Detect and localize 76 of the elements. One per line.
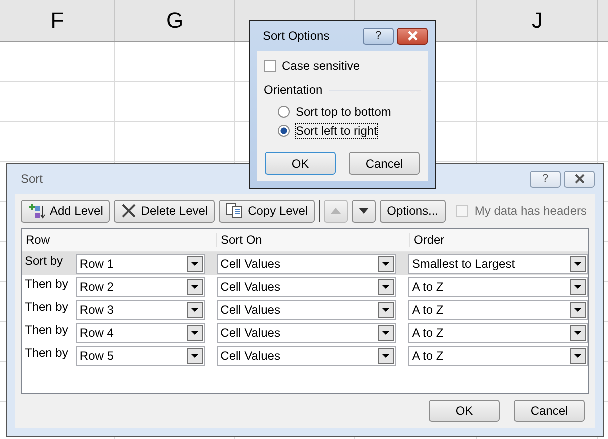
sort-on-dropdown[interactable]: Cell Values	[216, 300, 396, 320]
sort-level-row[interactable]: Then by Row 2 Cell Values A to Z	[22, 275, 588, 298]
down-arrow-icon	[359, 208, 370, 214]
sort-level-row[interactable]: Then by Row 4 Cell Values A to Z	[22, 321, 588, 344]
checkbox-label: My data has headers	[474, 204, 587, 218]
close-button[interactable]	[564, 170, 595, 188]
column-header[interactable]: G	[166, 8, 184, 34]
sort-on-dropdown[interactable]: Cell Values	[216, 254, 396, 274]
dropdown-arrow-icon	[574, 284, 582, 288]
column-dropdown[interactable]: Row 4	[76, 322, 205, 342]
copy-icon	[226, 203, 244, 219]
dropdown-arrow-icon	[190, 354, 199, 358]
add-level-button[interactable]: Add Level	[21, 200, 110, 222]
dropdown-arrow-icon	[574, 330, 582, 334]
options-level-button[interactable]: Options...	[380, 200, 446, 222]
order-dropdown[interactable]: Smallest to Largest	[408, 254, 588, 274]
ok-button[interactable]: OK	[265, 152, 336, 175]
copy-level-button[interactable]: Copy Level	[219, 200, 316, 222]
column-header[interactable]: J	[532, 8, 543, 34]
sort-on-dropdown[interactable]: Cell Values	[216, 346, 396, 366]
order-dropdown[interactable]: A to Z	[408, 346, 588, 366]
up-arrow-icon	[331, 208, 342, 214]
radio-label: Sort left to right	[296, 124, 378, 138]
column-dropdown[interactable]: Row 1	[76, 254, 205, 274]
dropdown-arrow-icon	[190, 308, 199, 312]
sort-level-row[interactable]: Then by Row 3 Cell Values A to Z	[22, 298, 588, 321]
checkbox-label: Case sensitive	[282, 59, 360, 73]
help-button[interactable]: ?	[530, 170, 561, 188]
sort-on-dropdown[interactable]: Cell Values	[216, 276, 396, 296]
dropdown-arrow-icon	[382, 354, 390, 358]
window-title: Sort	[20, 172, 44, 186]
column-dropdown[interactable]: Row 3	[76, 300, 205, 320]
close-icon	[574, 174, 586, 184]
sort-level-row[interactable]: Sort by Row 1 Cell Values Smallest to Largest	[22, 252, 588, 275]
column-header: Order	[413, 233, 445, 247]
dropdown-arrow-icon	[574, 262, 582, 266]
dropdown-arrow-icon	[382, 262, 390, 266]
level-label: Then by	[24, 276, 70, 291]
dropdown-arrow-icon	[382, 284, 390, 288]
cancel-button[interactable]: Cancel	[514, 400, 585, 422]
level-label: Sort by	[24, 253, 64, 268]
help-button[interactable]: ?	[363, 28, 394, 44]
column-dropdown[interactable]: Row 2	[76, 276, 205, 296]
ok-button[interactable]: OK	[429, 400, 500, 422]
order-dropdown[interactable]: A to Z	[408, 276, 588, 296]
dropdown-arrow-icon	[574, 354, 582, 358]
sort-on-dropdown[interactable]: Cell Values	[216, 322, 396, 342]
move-down-button[interactable]	[352, 200, 376, 222]
close-icon	[406, 31, 418, 41]
radio-label: Sort top to bottom	[296, 105, 392, 119]
dropdown-arrow-icon	[574, 308, 582, 312]
column-header[interactable]: F	[50, 8, 64, 34]
column-header: Row	[22, 233, 217, 247]
delete-level-button[interactable]: Delete Level	[114, 200, 216, 222]
dropdown-arrow-icon	[190, 284, 199, 288]
radio-button[interactable]	[278, 106, 290, 118]
dropdown-arrow-icon	[190, 262, 199, 266]
cancel-button[interactable]: Cancel	[349, 152, 420, 175]
dropdown-arrow-icon	[190, 330, 199, 334]
level-label: Then by	[24, 322, 70, 337]
window-title: Sort Options	[262, 29, 330, 43]
column-dropdown[interactable]: Row 5	[76, 346, 205, 366]
radio-button[interactable]	[278, 125, 290, 137]
group-label: Orientation	[264, 83, 323, 97]
dropdown-arrow-icon	[382, 330, 390, 334]
dropdown-arrow-icon	[382, 308, 390, 312]
column-header: Sort On	[217, 233, 410, 247]
sort-level-row[interactable]: Then by Row 5 Cell Values A to Z	[22, 344, 588, 367]
close-button[interactable]	[397, 28, 428, 44]
checkbox[interactable]	[264, 60, 276, 72]
sort-add-icon	[28, 203, 46, 219]
level-label: Then by	[24, 345, 70, 360]
order-dropdown[interactable]: A to Z	[408, 300, 588, 320]
order-dropdown[interactable]: A to Z	[408, 322, 588, 342]
level-label: Then by	[24, 299, 70, 314]
delete-icon	[121, 203, 138, 219]
